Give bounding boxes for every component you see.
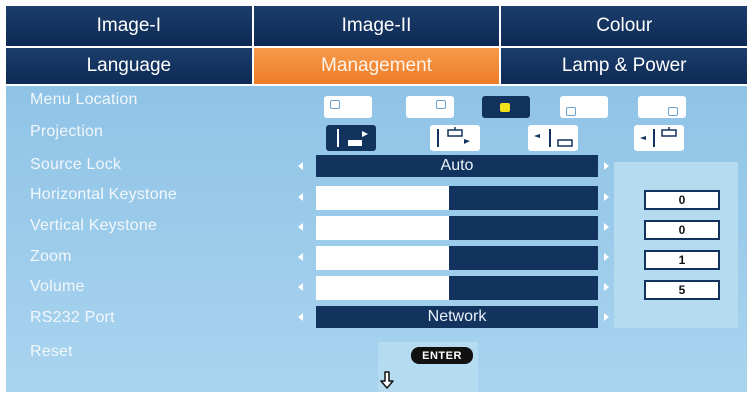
projection-front-ceiling[interactable] [430, 125, 480, 151]
menu-location-label[interactable]: Menu Location [30, 91, 138, 109]
rs232-port-right-arrow[interactable] [604, 313, 609, 321]
zoom-label[interactable]: Zoom [30, 248, 72, 266]
volume-right-arrow[interactable] [604, 283, 609, 291]
volume-label[interactable]: Volume [30, 278, 85, 296]
tab-language[interactable]: Language [6, 48, 254, 84]
rear-ceiling-icon [640, 127, 677, 147]
horizontal-keystone-left-arrow[interactable] [298, 193, 303, 201]
horizontal-keystone-label[interactable]: Horizontal Keystone [30, 186, 177, 204]
vertical-keystone-left-arrow[interactable] [298, 223, 303, 231]
osd-menu: Image-I Image-II Colour Language Managem… [6, 6, 748, 392]
tab-image-i[interactable]: Image-I [6, 6, 254, 46]
projection-rear-desktop[interactable] [528, 125, 578, 151]
value-panel [614, 162, 738, 328]
zoom-value: 1 [644, 250, 720, 270]
front-ceiling-icon [437, 127, 470, 147]
source-lock-right-arrow[interactable] [604, 162, 609, 170]
volume-left-arrow[interactable] [298, 283, 303, 291]
vertical-keystone-value: 0 [644, 220, 720, 240]
projection-rear-ceiling[interactable] [634, 125, 684, 151]
front-desktop-icon [337, 129, 368, 147]
source-lock-value[interactable]: Auto [316, 155, 598, 177]
menu-location-bottom-left[interactable] [560, 96, 608, 118]
menu-location-bottom-right[interactable] [638, 96, 686, 118]
horizontal-keystone-slider[interactable] [316, 186, 598, 210]
projection-label[interactable]: Projection [30, 123, 103, 141]
volume-slider[interactable] [316, 276, 598, 300]
menu-location-top-left[interactable] [324, 96, 372, 118]
zoom-right-arrow[interactable] [604, 253, 609, 261]
projection-front-desktop[interactable] [326, 125, 376, 151]
tab-lamp-power[interactable]: Lamp & Power [501, 48, 748, 84]
menu-location-top-right[interactable] [406, 96, 454, 118]
horizontal-keystone-value: 0 [644, 190, 720, 210]
tab-row-2: Language Management Lamp & Power [6, 48, 748, 84]
vertical-keystone-label[interactable]: Vertical Keystone [30, 217, 157, 235]
rs232-port-label[interactable]: RS232 Port [30, 309, 115, 327]
source-lock-label[interactable]: Source Lock [30, 156, 121, 174]
tab-management[interactable]: Management [253, 48, 502, 84]
vertical-keystone-right-arrow[interactable] [604, 223, 609, 231]
volume-value: 5 [644, 280, 720, 300]
down-arrow-icon [380, 371, 394, 389]
menu-location-center[interactable] [482, 96, 530, 118]
tab-row-1: Image-I Image-II Colour [6, 6, 748, 46]
reset-label[interactable]: Reset [30, 343, 73, 361]
vertical-keystone-slider[interactable] [316, 216, 598, 240]
tab-image-ii[interactable]: Image-II [253, 6, 502, 46]
rs232-port-left-arrow[interactable] [298, 313, 303, 321]
tab-colour[interactable]: Colour [501, 6, 748, 46]
horizontal-keystone-right-arrow[interactable] [604, 193, 609, 201]
zoom-left-arrow[interactable] [298, 253, 303, 261]
zoom-slider[interactable] [316, 246, 598, 270]
rs232-port-value[interactable]: Network [316, 306, 598, 328]
reset-enter-button[interactable]: ENTER [411, 347, 473, 364]
source-lock-left-arrow[interactable] [298, 162, 303, 170]
rear-desktop-icon [534, 129, 573, 147]
